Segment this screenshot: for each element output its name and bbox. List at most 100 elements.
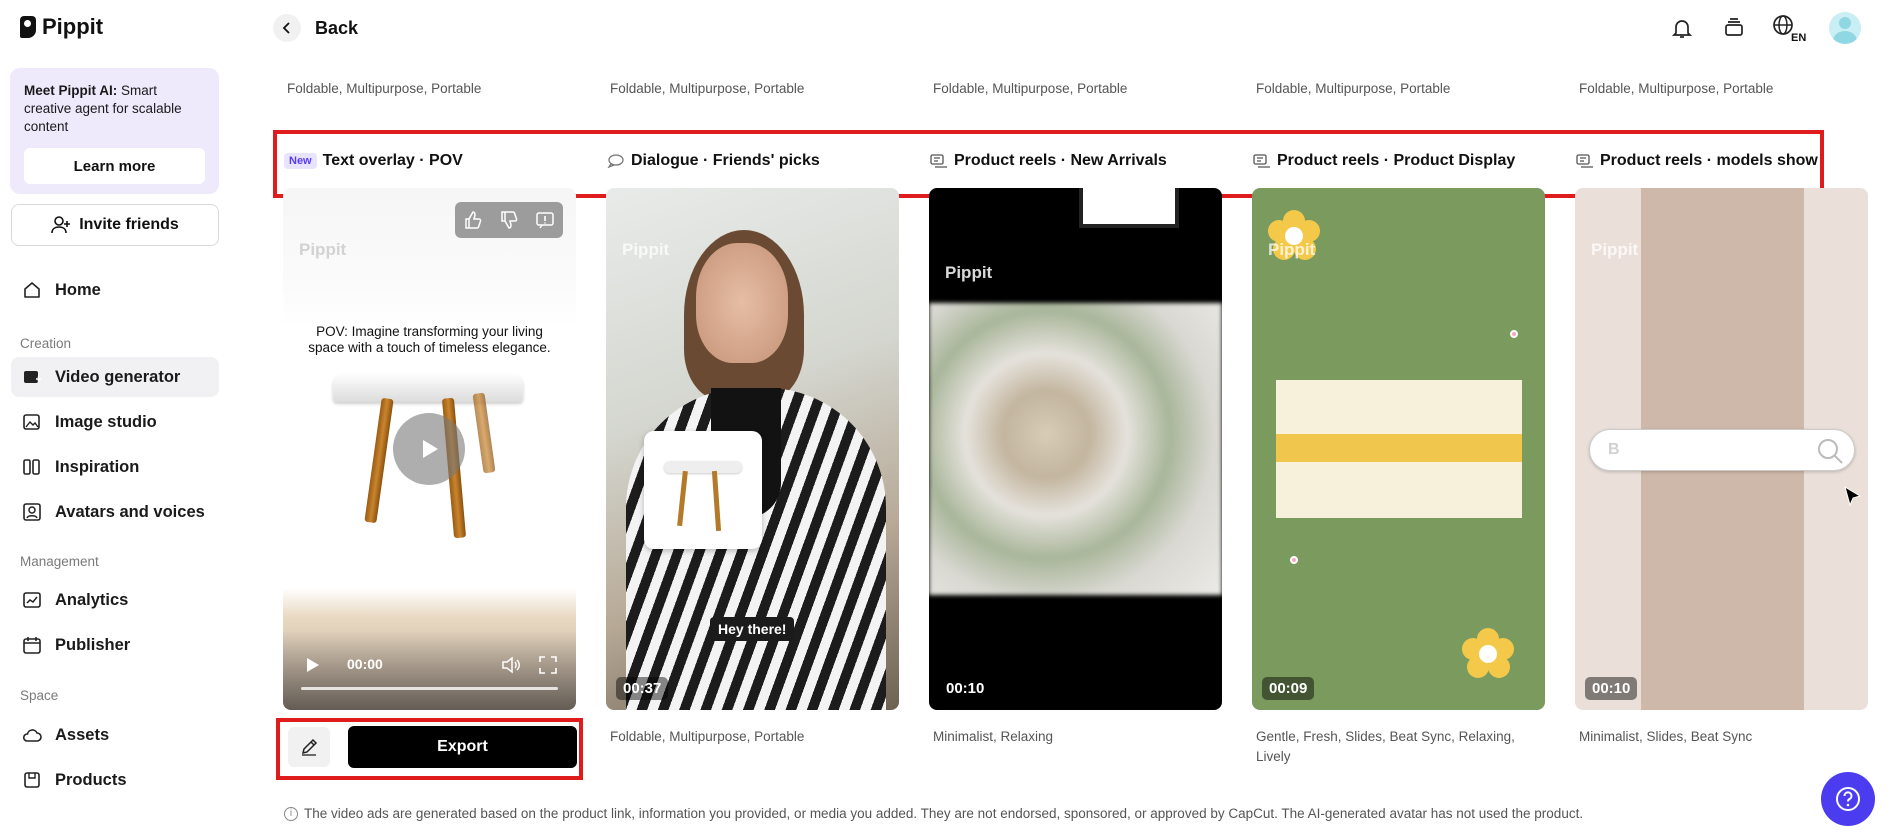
card-title-models-show: Product reels · models show: [1576, 152, 1818, 170]
sidebar-item-home[interactable]: Home: [11, 270, 219, 310]
sidebar-item-label: Assets: [55, 725, 110, 744]
export-button[interactable]: Export: [348, 726, 577, 768]
card-title-product-display: Product reels · Product Display: [1253, 152, 1515, 170]
disclaimer-text: The video ads are generated based on the…: [304, 806, 1584, 821]
cloud-icon: [21, 724, 43, 746]
back-button[interactable]: Back: [273, 14, 358, 42]
section-creation: Creation: [20, 336, 72, 351]
sidebar-item-publisher[interactable]: Publisher: [11, 625, 219, 665]
picture-frame: [1079, 188, 1179, 228]
video-card-dialogue[interactable]: Pippit Hey there! 00:37: [606, 188, 899, 710]
card-title-label: Product reels · models show: [1600, 152, 1818, 169]
caption-bubble: Hey there!: [710, 617, 795, 641]
video-time: 00:00: [347, 656, 383, 672]
reel-icon: [1576, 154, 1593, 168]
globe-language-icon[interactable]: EN: [1771, 13, 1807, 43]
card-title-label: Text overlay · POV: [322, 152, 463, 169]
report-icon[interactable]: [535, 210, 555, 230]
presenter-face: [696, 243, 788, 363]
back-label: Back: [315, 17, 359, 38]
video-duration: 00:09: [1262, 677, 1315, 700]
section-space: Space: [20, 688, 59, 703]
reel-icon: [1253, 154, 1270, 168]
learn-more-button[interactable]: Learn more: [24, 148, 205, 184]
disclaimer: i The video ads are generated based on t…: [284, 806, 1583, 821]
video-card-product-display[interactable]: Pippit 00:09: [1252, 188, 1545, 710]
add-user-icon: [51, 216, 71, 234]
new-badge: New: [284, 153, 317, 169]
edit-button[interactable]: [288, 727, 330, 767]
dot-decoration: [1290, 556, 1298, 564]
sidebar-item-label: Products: [55, 770, 127, 789]
card-tags-top: Foldable, Multipurpose, Portable: [287, 81, 482, 96]
video-controls: 00:00: [283, 630, 576, 710]
sidebar-item-label: Home: [55, 280, 101, 299]
speech-bubble-icon: [607, 154, 624, 168]
home-icon: [21, 279, 43, 301]
sidebar-item-video-generator[interactable]: Video generator: [11, 357, 219, 397]
search-icon: [1818, 439, 1843, 464]
card-tags-top: Foldable, Multipurpose, Portable: [1579, 81, 1774, 96]
thumbs-up-icon[interactable]: [463, 210, 483, 230]
product-thumbnail: [644, 431, 762, 549]
video-duration: 00:10: [1585, 677, 1638, 700]
card-title-text-overlay: New Text overlay · POV: [284, 152, 463, 170]
analytics-icon: [21, 589, 43, 611]
sidebar-item-products[interactable]: Products: [11, 760, 219, 800]
volume-icon[interactable]: [501, 656, 521, 674]
product-box-icon: [21, 769, 43, 791]
info-icon: i: [284, 806, 298, 821]
watermark: Pippit: [622, 240, 670, 259]
card-title-dialogue: Dialogue · Friends' picks: [607, 152, 820, 170]
image-icon: [21, 411, 43, 433]
card-tags-bottom: Minimalist, Relaxing: [933, 729, 1054, 744]
sidebar-item-assets[interactable]: Assets: [11, 715, 219, 755]
video-card-text-overlay[interactable]: Pippit POV: Imagine transforming your li…: [283, 188, 576, 710]
thumbs-down-icon[interactable]: [499, 210, 519, 230]
sidebar-item-label: Analytics: [55, 590, 129, 609]
sidebar-item-label: Video generator: [55, 367, 181, 386]
avatar-voice-icon: [21, 501, 43, 523]
video-card-new-arrivals[interactable]: Pippit 00:10: [929, 188, 1222, 710]
search-letter: B: [1608, 441, 1620, 458]
app-logo[interactable]: Pippit: [20, 14, 103, 40]
sidebar-item-analytics[interactable]: Analytics: [11, 580, 219, 620]
card-title-label: Product reels · Product Display: [1277, 152, 1516, 169]
watermark: Pippit: [1268, 240, 1316, 259]
video-card-models-show[interactable]: Pippit B 00:10: [1575, 188, 1868, 710]
language-code: EN: [1791, 32, 1806, 43]
play-small-icon[interactable]: [303, 656, 321, 674]
sidebar-item-image-studio[interactable]: Image studio: [11, 402, 219, 442]
bell-icon[interactable]: [1667, 13, 1697, 43]
card-tags-bottom: Foldable, Multipurpose, Portable: [610, 729, 805, 744]
watermark: Pippit: [299, 240, 347, 259]
flower-decoration: [1462, 628, 1514, 680]
reel-icon: [930, 154, 947, 168]
sidebar-item-avatars[interactable]: Avatars and voices: [11, 492, 219, 532]
card-tags-top: Foldable, Multipurpose, Portable: [610, 81, 805, 96]
pov-overlay-text: POV: Imagine transforming your living sp…: [308, 324, 551, 355]
video-duration: 00:10: [946, 680, 985, 697]
feedback-toolbar: [455, 202, 563, 238]
header-actions: EN: [1667, 12, 1861, 44]
table-product: [333, 374, 523, 402]
sidebar-item-inspiration[interactable]: Inspiration: [11, 447, 219, 487]
card-title-label: Product reels · New Arrivals: [954, 152, 1167, 169]
card-tags-bottom: Gentle, Fresh, Slides, Beat Sync, Relaxi…: [1256, 729, 1515, 764]
card-tags-top: Foldable, Multipurpose, Portable: [1256, 81, 1451, 96]
fullscreen-icon[interactable]: [539, 656, 557, 674]
card-title-new-arrivals: Product reels · New Arrivals: [930, 152, 1167, 170]
question-icon: [1836, 787, 1860, 811]
invite-friends-button[interactable]: Invite friends: [11, 204, 219, 246]
user-avatar[interactable]: [1829, 12, 1861, 44]
play-icon: [423, 440, 438, 458]
play-button[interactable]: [393, 413, 465, 485]
sidebar-item-label: Publisher: [55, 635, 131, 654]
video-progress-bar[interactable]: [301, 687, 558, 690]
help-button[interactable]: [1821, 772, 1875, 826]
table-leg: [472, 392, 496, 474]
watermark: Pippit: [1591, 240, 1639, 259]
layers-icon[interactable]: [1719, 13, 1749, 43]
sidebar-item-label: Inspiration: [55, 457, 140, 476]
mouse-cursor-icon: [1844, 486, 1862, 507]
